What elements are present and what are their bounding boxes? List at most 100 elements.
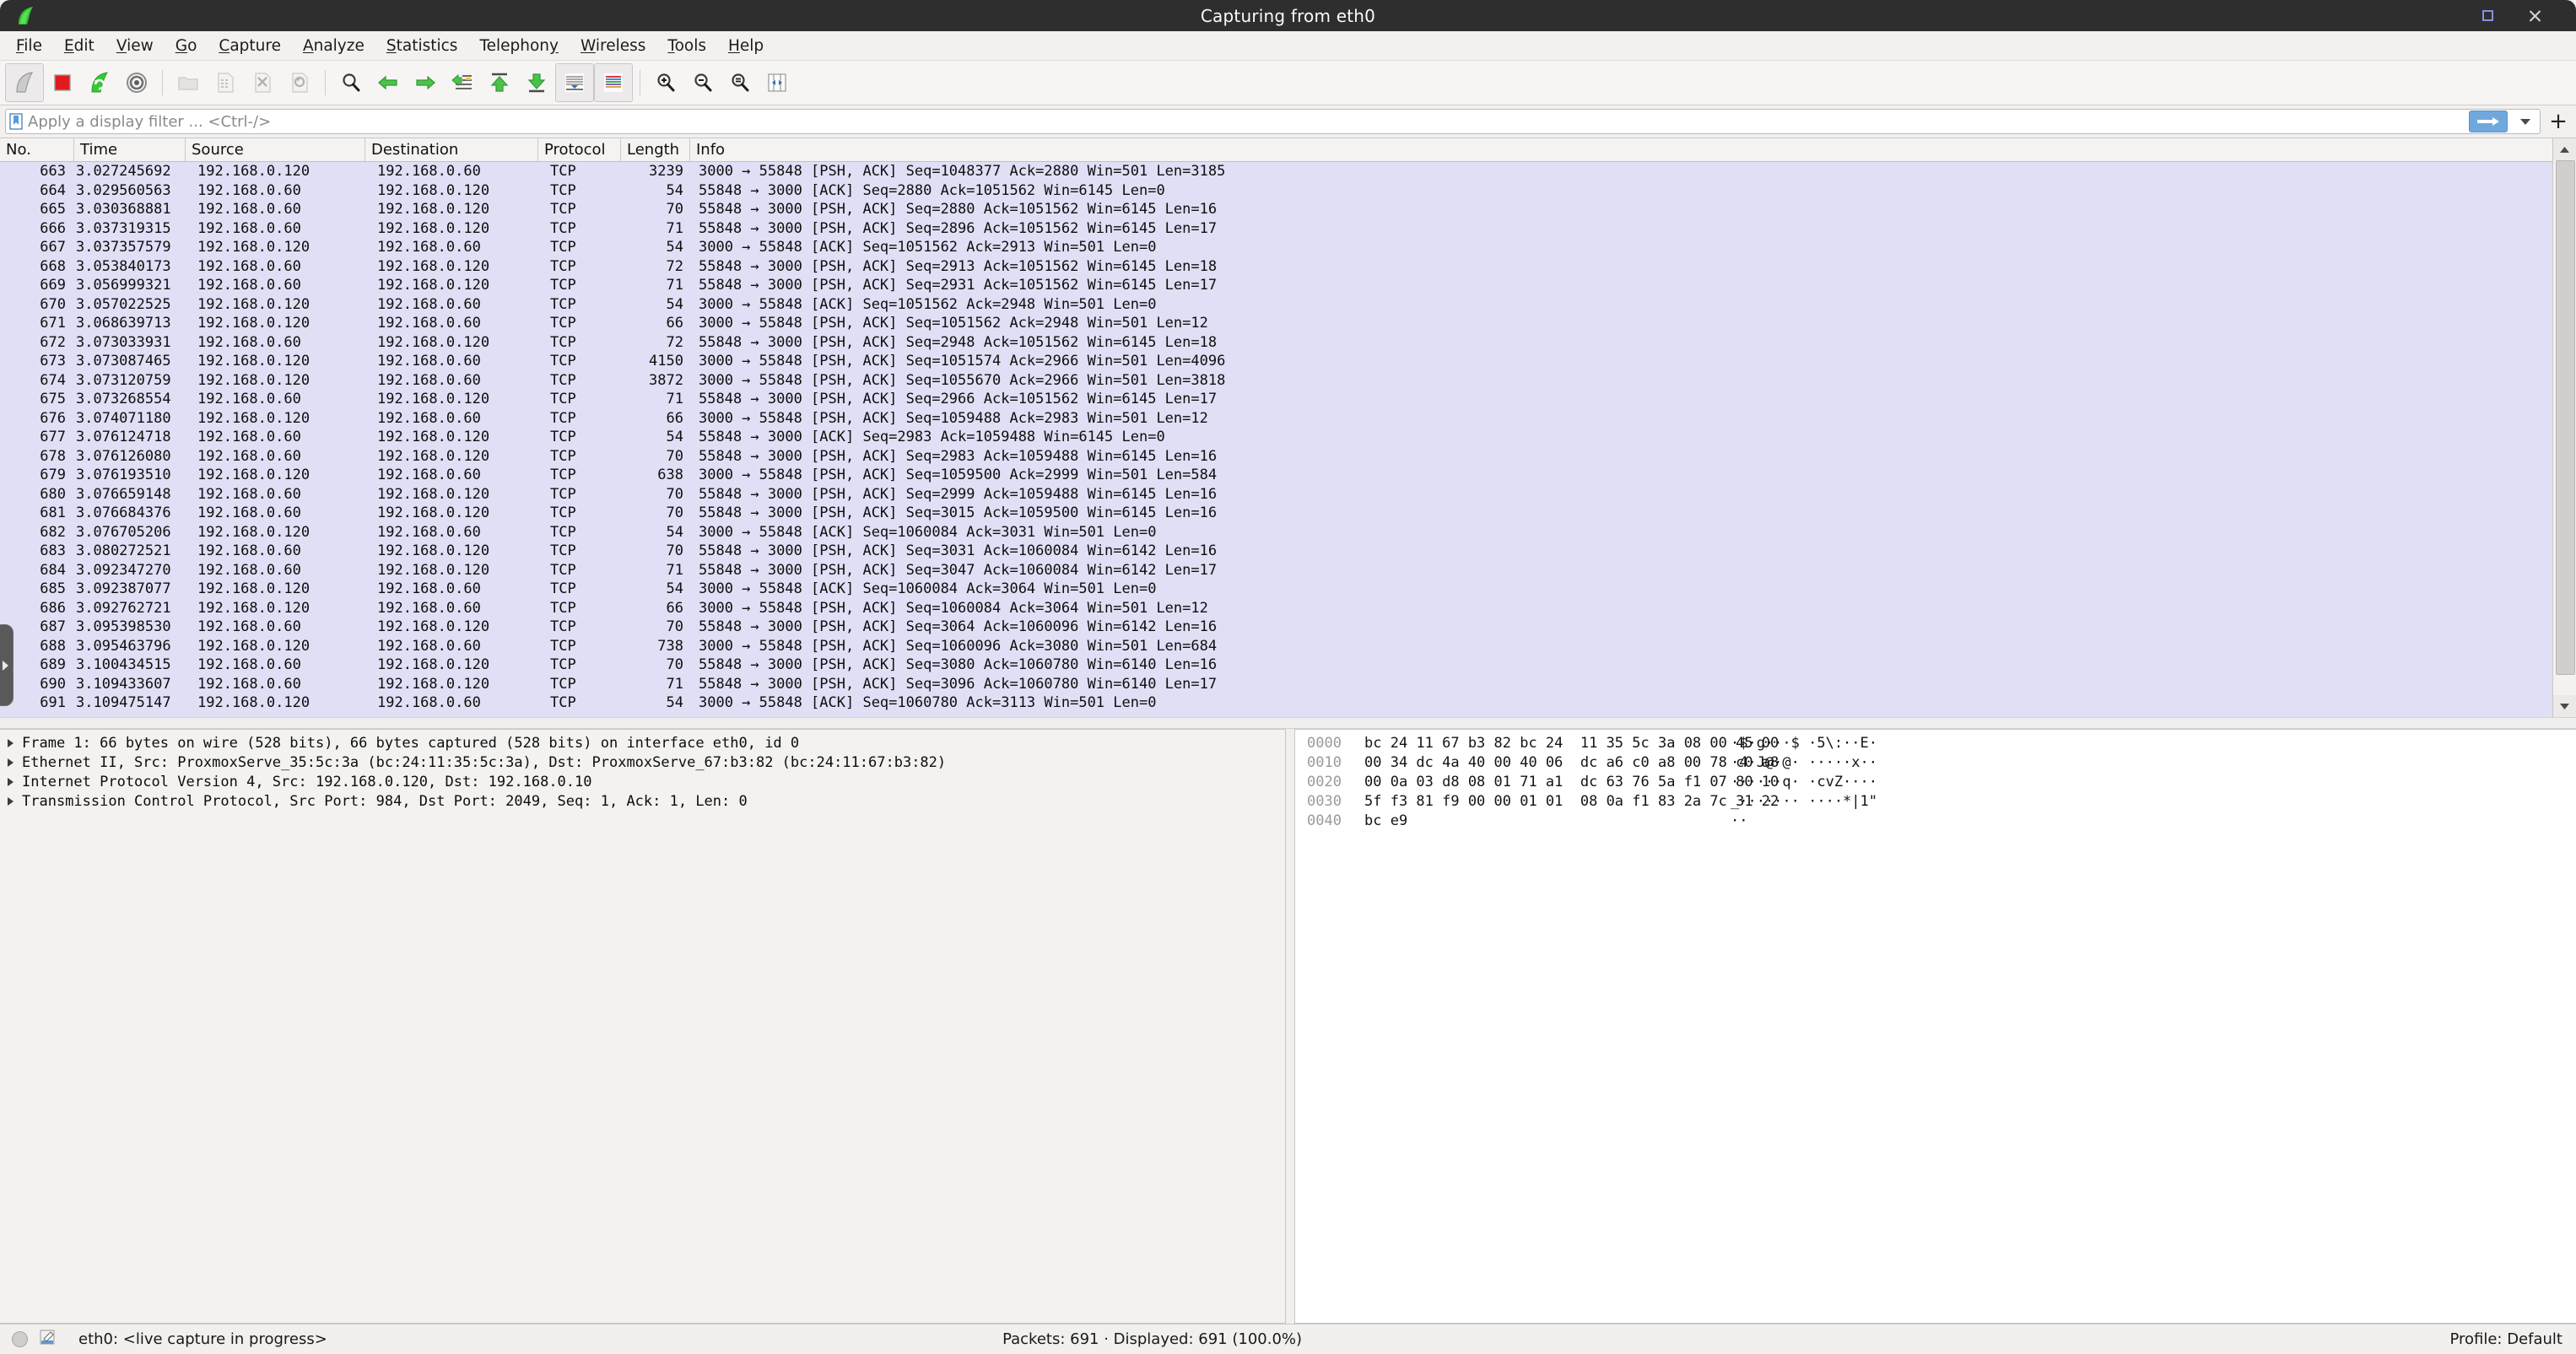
table-row[interactable]: 673 3.073087465 192.168.0.120 192.168.0.60 T… — [0, 352, 2552, 371]
table-row[interactable]: 665 3.030368881 192.168.0.60 192.168.0.120 T… — [0, 200, 2552, 219]
table-row[interactable]: 689 3.100434515 192.168.0.60 192.168.0.120 T… — [0, 655, 2552, 675]
menu-capture[interactable]: Capture — [208, 35, 292, 57]
hex-dump-row[interactable]: 0010 00 34 dc 4a 40 00 40 06 dc a6 c0 a8 … — [1295, 753, 2576, 772]
maximize-button[interactable] — [2478, 7, 2497, 25]
find-packet-button[interactable] — [332, 64, 370, 101]
scroll-down-button[interactable] — [2553, 695, 2576, 717]
table-row[interactable]: 687 3.095398530 192.168.0.60 192.168.0.120 T… — [0, 618, 2552, 637]
table-row[interactable]: 677 3.076124718 192.168.0.60 192.168.0.120 T… — [0, 428, 2552, 447]
menu-wireless[interactable]: Wireless — [570, 35, 656, 57]
go-back-button[interactable] — [370, 64, 407, 101]
table-row[interactable]: 672 3.073033931 192.168.0.60 192.168.0.120 T… — [0, 333, 2552, 353]
column-header-protocol[interactable]: Protocol — [538, 138, 621, 161]
table-row[interactable]: 667 3.037357579 192.168.0.120 192.168.0.60 T… — [0, 238, 2552, 257]
menu-analyze[interactable]: Analyze — [292, 35, 375, 57]
menu-file[interactable]: File — [5, 35, 53, 57]
colorize-button[interactable] — [594, 63, 633, 102]
table-row[interactable]: 688 3.095463796 192.168.0.120 192.168.0.60 T… — [0, 637, 2552, 656]
menu-edit[interactable]: Edit — [53, 35, 105, 57]
table-row[interactable]: 678 3.076126080 192.168.0.60 192.168.0.120 T… — [0, 447, 2552, 467]
table-row[interactable]: 683 3.080272521 192.168.0.60 192.168.0.120 T… — [0, 542, 2552, 561]
filter-input-wrapper[interactable]: Apply a display filter ... <Ctrl-/> — [5, 109, 2541, 134]
vertical-splitter[interactable] — [1286, 729, 1294, 1324]
table-row[interactable]: 670 3.057022525 192.168.0.120 192.168.0.60 T… — [0, 295, 2552, 315]
table-row[interactable]: 669 3.056999321 192.168.0.60 192.168.0.120 T… — [0, 276, 2552, 295]
table-row[interactable]: 664 3.029560563 192.168.0.60 192.168.0.120 T… — [0, 181, 2552, 201]
table-row[interactable]: 668 3.053840173 192.168.0.60 192.168.0.120 T… — [0, 257, 2552, 277]
table-row[interactable]: 671 3.068639713 192.168.0.120 192.168.0.60 T… — [0, 314, 2552, 333]
expert-info-circle-icon[interactable] — [12, 1331, 28, 1347]
reload-file-button[interactable] — [281, 64, 318, 101]
table-row[interactable]: 680 3.076659148 192.168.0.60 192.168.0.120 T… — [0, 485, 2552, 504]
hex-dump-row[interactable]: 0030 5f f3 81 f9 00 00 01 01 08 0a f1 83 … — [1295, 791, 2576, 811]
hex-dump-row[interactable]: 0020 00 0a 03 d8 08 01 71 a1 dc 63 76 5a … — [1295, 772, 2576, 791]
hex-dump-row[interactable]: 0040 bc e9 ·· — [1295, 811, 2576, 830]
open-file-button[interactable] — [170, 64, 207, 101]
table-row[interactable]: 679 3.076193510 192.168.0.120 192.168.0.60 T… — [0, 466, 2552, 485]
filter-input[interactable]: Apply a display filter ... <Ctrl-/> — [28, 113, 2464, 131]
expand-triangle-icon[interactable] — [8, 796, 14, 806]
table-row[interactable]: 685 3.092387077 192.168.0.120 192.168.0.60 T… — [0, 580, 2552, 599]
scrollbar-track[interactable] — [2553, 160, 2576, 695]
filter-bookmark-icon[interactable] — [9, 113, 23, 130]
go-forward-button[interactable] — [407, 64, 444, 101]
packet-details-pane[interactable]: Frame 1: 66 bytes on wire (528 bits), 66… — [0, 729, 1286, 1324]
menu-view[interactable]: View — [105, 35, 165, 57]
menu-tools[interactable]: Tools — [656, 35, 717, 57]
resize-columns-button[interactable] — [759, 64, 796, 101]
pane-collapse-handle[interactable] — [0, 624, 14, 706]
column-header-time[interactable]: Time — [74, 138, 186, 161]
column-header-info[interactable]: Info — [690, 138, 2552, 161]
start-capture-button[interactable] — [5, 63, 44, 102]
table-row[interactable]: 686 3.092762721 192.168.0.120 192.168.0.60 T… — [0, 599, 2552, 618]
hex-dump-row[interactable]: 0000 bc 24 11 67 b3 82 bc 24 11 35 5c 3a … — [1295, 733, 2576, 753]
packet-list-scrollbar[interactable] — [2552, 138, 2576, 717]
expand-triangle-icon[interactable] — [8, 777, 14, 786]
capture-comment-icon[interactable] — [39, 1329, 56, 1350]
filter-dropdown-button[interactable] — [2514, 111, 2536, 132]
zoom-out-button[interactable] — [684, 64, 721, 101]
pane-splitter[interactable] — [0, 717, 2576, 729]
zoom-reset-button[interactable] — [721, 64, 759, 101]
save-file-button[interactable] — [207, 64, 244, 101]
column-header-length[interactable]: Length — [621, 138, 690, 161]
table-row[interactable]: 684 3.092347270 192.168.0.60 192.168.0.120 T… — [0, 561, 2552, 580]
table-row[interactable]: 682 3.076705206 192.168.0.120 192.168.0.60 T… — [0, 523, 2552, 542]
table-row[interactable]: 691 3.109475147 192.168.0.120 192.168.0.60 T… — [0, 693, 2552, 713]
detail-tree-item[interactable]: Frame 1: 66 bytes on wire (528 bits), 66… — [0, 733, 1285, 753]
detail-tree-item[interactable]: Transmission Control Protocol, Src Port:… — [0, 791, 1285, 811]
table-row[interactable]: 676 3.074071180 192.168.0.120 192.168.0.60 T… — [0, 409, 2552, 429]
detail-tree-item[interactable]: Internet Protocol Version 4, Src: 192.16… — [0, 772, 1285, 791]
table-row[interactable]: 681 3.076684376 192.168.0.60 192.168.0.120 T… — [0, 504, 2552, 523]
column-header-source[interactable]: Source — [186, 138, 365, 161]
expand-triangle-icon[interactable] — [8, 738, 14, 747]
column-header-no[interactable]: No. — [0, 138, 74, 161]
menu-statistics[interactable]: Statistics — [375, 35, 469, 57]
scrollbar-thumb[interactable] — [2556, 160, 2575, 675]
restart-capture-button[interactable] — [81, 64, 118, 101]
auto-scroll-button[interactable] — [555, 63, 594, 102]
apply-filter-button[interactable] — [2469, 111, 2508, 132]
go-to-first-button[interactable] — [481, 64, 518, 101]
zoom-in-button[interactable] — [647, 64, 684, 101]
close-file-button[interactable] — [244, 64, 281, 101]
table-row[interactable]: 690 3.109433607 192.168.0.60 192.168.0.120 T… — [0, 675, 2552, 694]
scroll-up-button[interactable] — [2553, 138, 2576, 160]
table-row[interactable]: 663 3.027245692 192.168.0.120 192.168.0.60 T… — [0, 162, 2552, 181]
detail-tree-item[interactable]: Ethernet II, Src: ProxmoxServe_35:5c:3a … — [0, 753, 1285, 772]
menu-go[interactable]: Go — [165, 35, 208, 57]
table-row[interactable]: 674 3.073120759 192.168.0.120 192.168.0.60 T… — [0, 371, 2552, 391]
stop-capture-button[interactable] — [44, 64, 81, 101]
packet-bytes-pane[interactable]: 0000 bc 24 11 67 b3 82 bc 24 11 35 5c 3a … — [1294, 729, 2576, 1324]
close-button[interactable] — [2525, 7, 2544, 25]
expand-triangle-icon[interactable] — [8, 758, 14, 767]
go-to-last-button[interactable] — [518, 64, 555, 101]
menu-help[interactable]: Help — [717, 35, 775, 57]
go-to-packet-button[interactable] — [444, 64, 481, 101]
add-filter-button[interactable]: + — [2546, 110, 2571, 133]
table-row[interactable]: 666 3.037319315 192.168.0.60 192.168.0.120 T… — [0, 219, 2552, 239]
menu-telephony[interactable]: Telephony — [468, 35, 570, 57]
table-row[interactable]: 675 3.073268554 192.168.0.60 192.168.0.120 T… — [0, 390, 2552, 409]
column-header-destination[interactable]: Destination — [365, 138, 538, 161]
capture-options-button[interactable] — [118, 64, 155, 101]
